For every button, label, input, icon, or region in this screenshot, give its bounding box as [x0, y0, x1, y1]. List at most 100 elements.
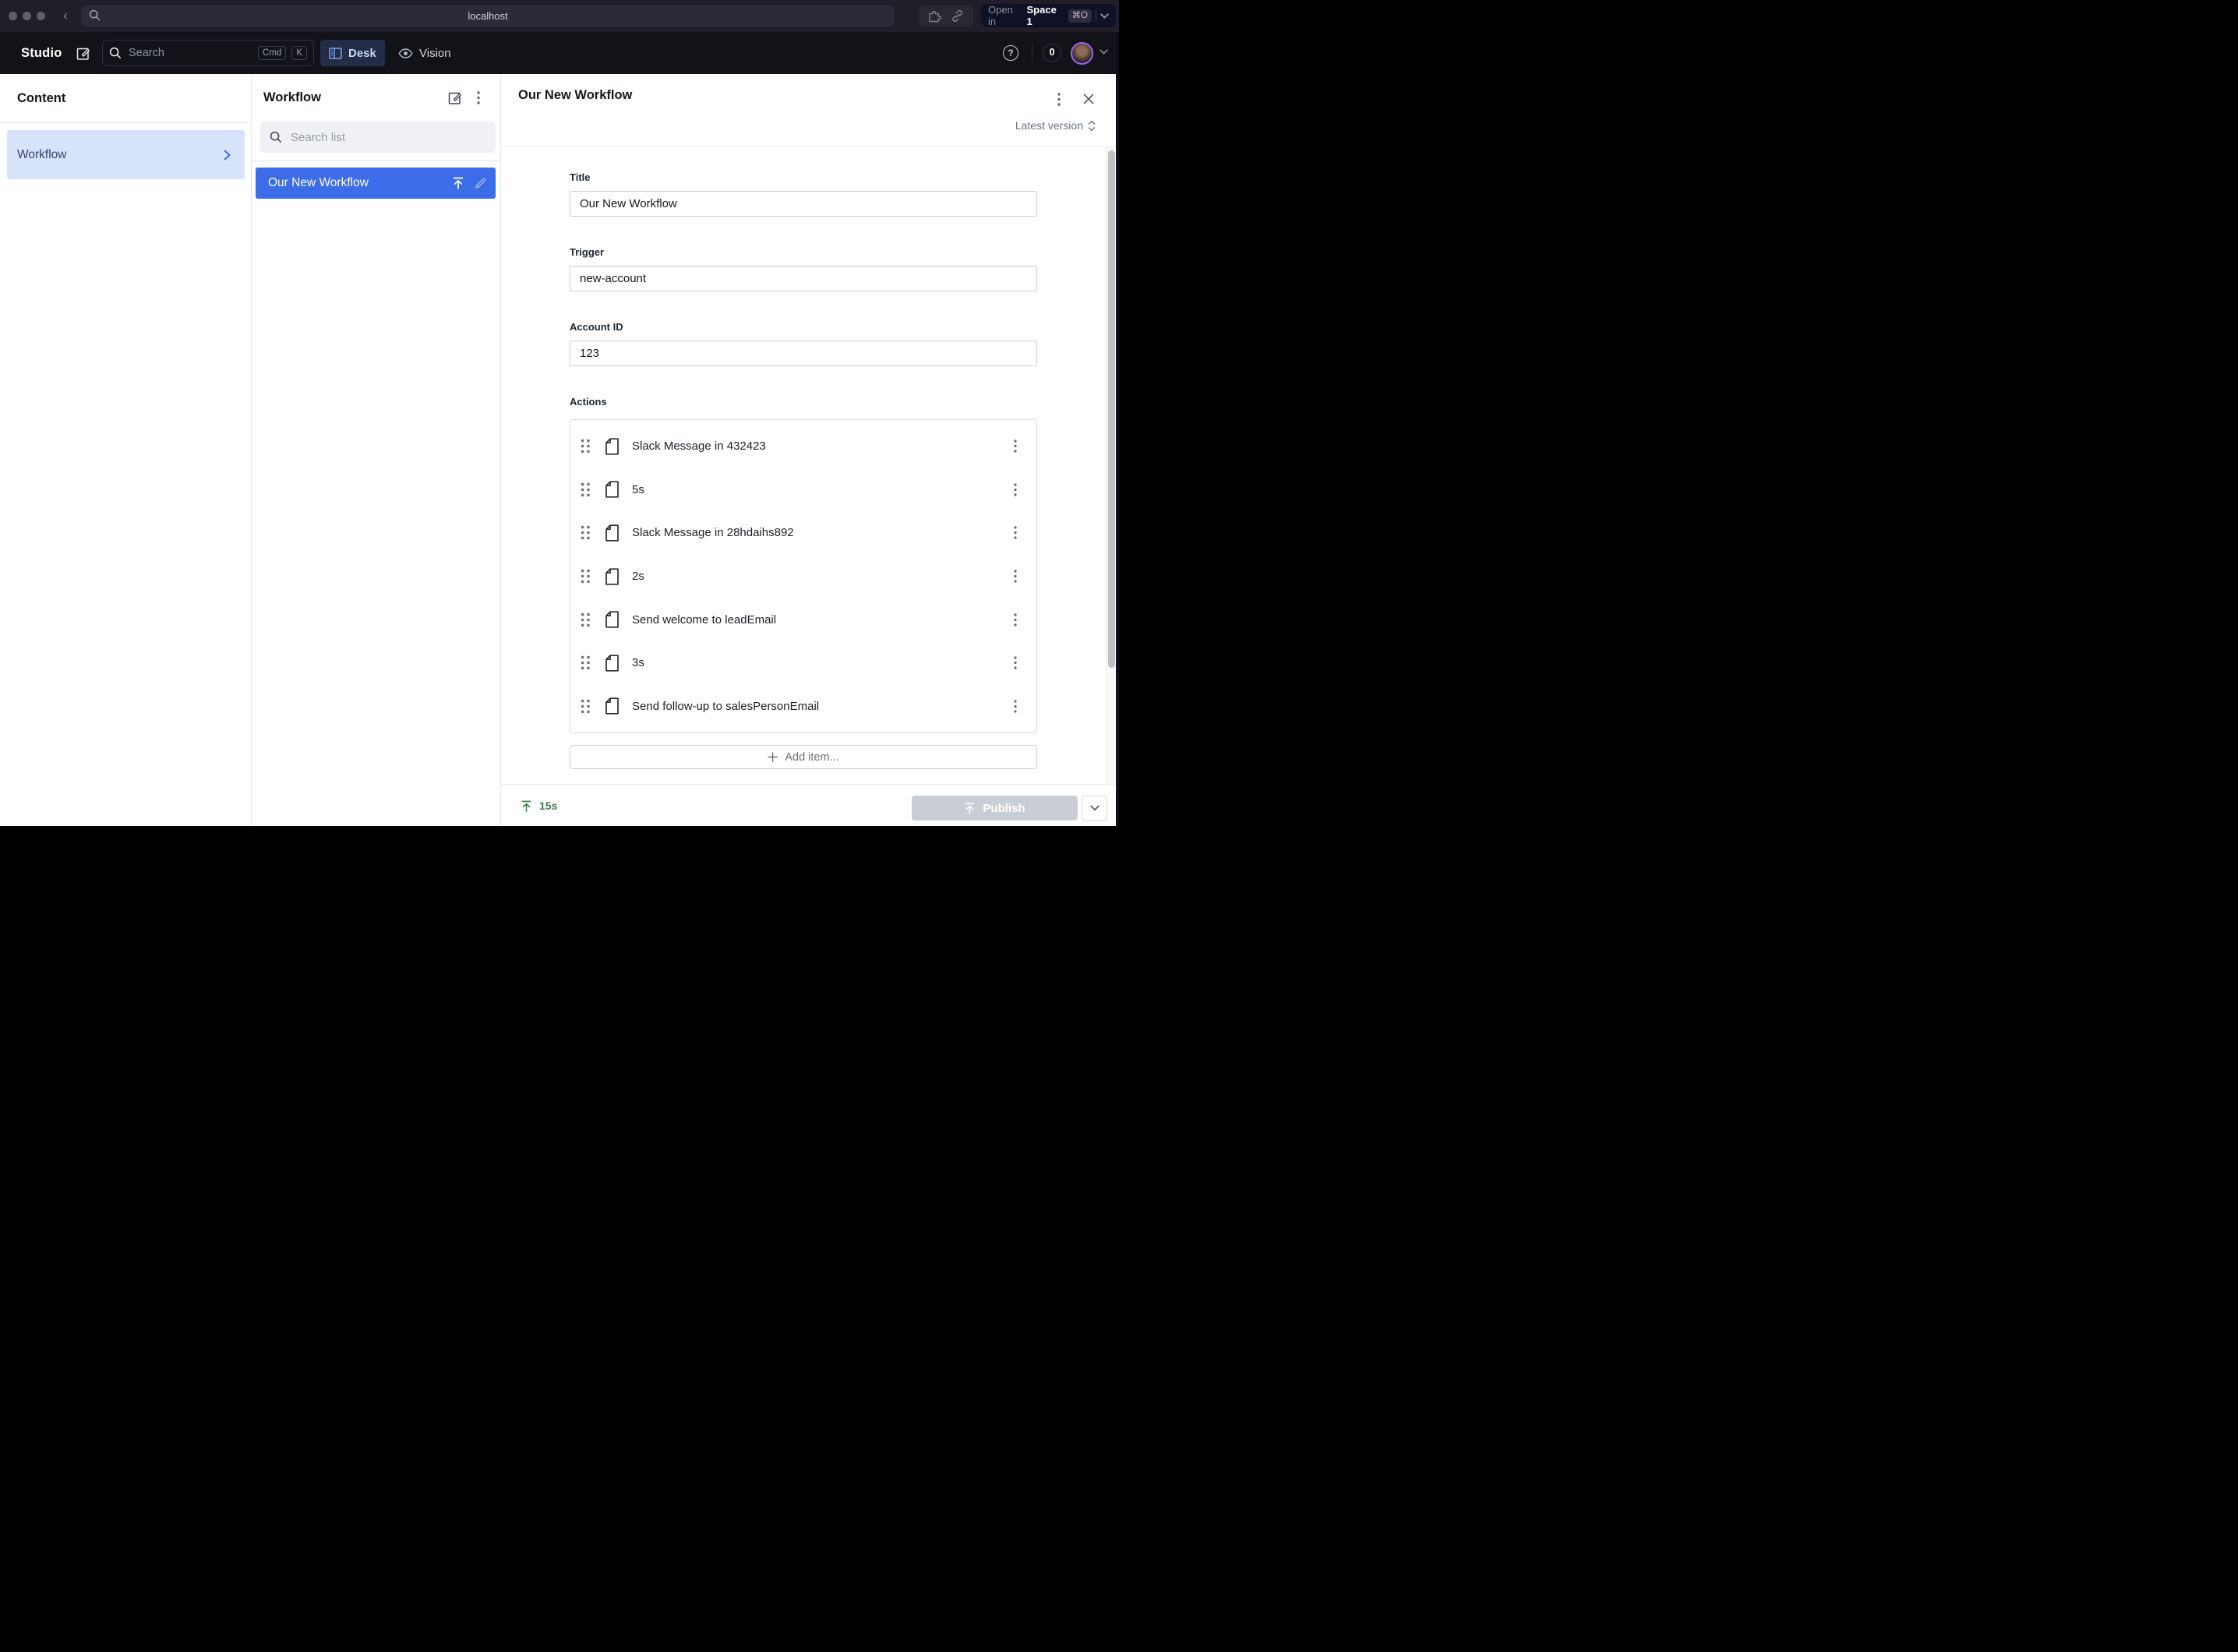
list-search-field[interactable]	[260, 122, 496, 153]
chevron-right-icon	[224, 150, 231, 161]
new-document-button[interactable]	[75, 44, 92, 62]
field-account-id-input[interactable]	[570, 341, 1037, 366]
action-menu-button[interactable]	[1004, 435, 1027, 458]
global-search-input[interactable]	[127, 46, 252, 60]
close-pane-button[interactable]	[1077, 87, 1100, 111]
header-divider	[1032, 43, 1033, 63]
document-icon	[605, 481, 620, 498]
add-item-button[interactable]: Add item...	[570, 745, 1037, 769]
kebab-icon	[1057, 93, 1061, 106]
action-item-label: 5s	[632, 483, 1004, 496]
action-row[interactable]: Slack Message in 28hdaihs892	[570, 511, 1036, 555]
pane-menu-button[interactable]	[467, 86, 490, 110]
drag-handle-icon[interactable]	[581, 569, 591, 584]
create-workflow-button[interactable]	[443, 86, 467, 110]
question-mark-icon: ?	[1008, 48, 1013, 58]
tab-desk-label: Desk	[348, 47, 376, 60]
action-menu-button[interactable]	[1004, 694, 1027, 718]
action-row[interactable]: 3s	[570, 641, 1036, 685]
actions-list: Slack Message in 432423 5s Slack Message…	[570, 419, 1037, 733]
field-title: Title	[570, 171, 1037, 217]
kebab-icon	[1014, 570, 1017, 583]
add-item-label: Add item...	[785, 751, 838, 764]
action-row[interactable]: 5s	[570, 468, 1036, 512]
action-row[interactable]: Send follow-up to salesPersonEmail	[570, 684, 1036, 728]
list-search-input[interactable]	[289, 130, 486, 145]
field-trigger-input[interactable]	[570, 266, 1037, 291]
window-zoom-button[interactable]	[37, 12, 45, 20]
browser-extensions-group	[919, 5, 973, 26]
compose-icon	[76, 46, 91, 61]
help-button[interactable]: ?	[1003, 45, 1018, 61]
action-menu-button[interactable]	[1004, 651, 1027, 675]
document-icon	[605, 697, 620, 715]
action-menu-button[interactable]	[1004, 608, 1027, 631]
publish-options-button[interactable]	[1082, 796, 1107, 821]
action-row[interactable]: Send welcome to leadEmail	[570, 598, 1036, 641]
shortcut-cmd-key: Cmd	[258, 46, 286, 60]
copy-link-icon[interactable]	[951, 9, 964, 23]
kebab-icon	[1014, 526, 1017, 539]
document-menu-button[interactable]	[1047, 87, 1071, 111]
studio-header: Studio Cmd K Desk Vision ? 0	[0, 32, 1119, 74]
chevron-down-icon[interactable]	[1100, 13, 1109, 19]
open-in-space-button[interactable]: Open in Space 1 ⌘O	[981, 4, 1116, 27]
field-title-input[interactable]	[570, 191, 1037, 217]
tab-vision[interactable]: Vision	[390, 40, 460, 66]
open-in-prefix: Open in	[988, 4, 1023, 27]
drag-handle-icon[interactable]	[581, 525, 591, 540]
url-bar[interactable]: localhost	[81, 5, 895, 26]
document-pane: Our New Workflow Latest version Title Tr…	[501, 74, 1116, 826]
action-menu-button[interactable]	[1004, 521, 1027, 545]
open-in-shortcut: ⌘O	[1068, 9, 1092, 23]
browser-bar: ‹ localhost Open in Space 1 ⌘O	[0, 0, 1119, 32]
version-selector[interactable]: Latest version	[1015, 119, 1096, 132]
kebab-icon	[1014, 439, 1017, 453]
drag-handle-icon[interactable]	[581, 482, 591, 497]
desk-icon	[329, 48, 342, 59]
tab-desk[interactable]: Desk	[320, 40, 385, 66]
drag-handle-icon[interactable]	[581, 655, 591, 670]
window-minimize-button[interactable]	[23, 12, 31, 20]
drag-handle-icon[interactable]	[581, 439, 591, 454]
extension-puzzle-icon[interactable]	[928, 10, 942, 23]
actions-field: Actions	[570, 396, 1037, 408]
studio-brand: Studio	[21, 46, 62, 61]
drag-handle-icon[interactable]	[581, 699, 591, 714]
publish-countdown: 15s	[539, 800, 557, 812]
avatar[interactable]	[1071, 42, 1093, 65]
close-icon	[1083, 94, 1094, 104]
global-search-field[interactable]: Cmd K	[102, 40, 314, 66]
field-trigger: Trigger	[570, 246, 1037, 291]
plus-icon	[768, 752, 778, 762]
user-menu-chevron-down-icon[interactable]	[1100, 49, 1108, 55]
workflow-pane-header: Workflow	[252, 74, 500, 122]
publish-button[interactable]: Publish	[912, 796, 1078, 821]
action-row[interactable]: 2s	[570, 555, 1036, 598]
open-in-space-name: Space 1	[1027, 4, 1064, 27]
browser-back-button[interactable]: ‹	[60, 7, 71, 24]
action-menu-button[interactable]	[1004, 478, 1027, 501]
scrollbar-track[interactable]	[1106, 147, 1116, 784]
version-label: Latest version	[1015, 119, 1083, 132]
publish-up-icon	[964, 803, 976, 814]
document-icon	[605, 655, 620, 672]
scrollbar-thumb[interactable]	[1108, 150, 1115, 668]
action-item-label: 3s	[632, 656, 1004, 669]
workflow-pane-title: Workflow	[263, 90, 443, 105]
notifications-badge[interactable]: 0	[1043, 44, 1061, 62]
sidebar-item-workflow[interactable]: Workflow	[7, 130, 245, 179]
window-close-button[interactable]	[9, 12, 17, 20]
url-text: localhost	[81, 5, 895, 26]
action-item-label: Send follow-up to salesPersonEmail	[632, 700, 1004, 713]
sort-chevrons-icon	[1088, 120, 1096, 132]
document-footer: 15s Publish	[501, 784, 1116, 826]
action-menu-button[interactable]	[1004, 565, 1027, 588]
publish-up-icon	[521, 800, 532, 812]
kebab-icon	[1014, 613, 1017, 627]
field-account-id-label: Account ID	[570, 321, 1037, 333]
field-account-id: Account ID	[570, 321, 1037, 366]
list-item-our-new-workflow[interactable]: Our New Workflow	[256, 168, 496, 199]
drag-handle-icon[interactable]	[581, 612, 591, 627]
action-row[interactable]: Slack Message in 432423	[570, 425, 1036, 468]
